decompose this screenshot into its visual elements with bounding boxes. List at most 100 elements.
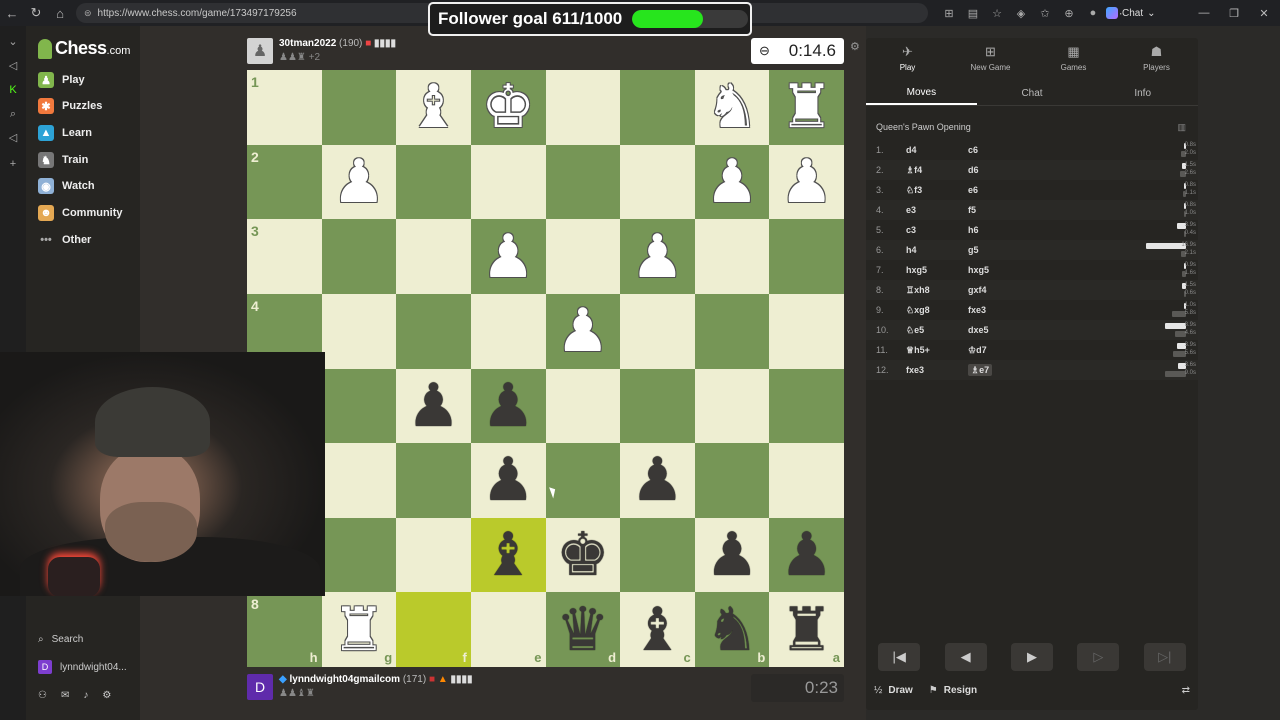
white-bishop-icon[interactable]: ♝ xyxy=(407,77,461,137)
chevron-down-icon[interactable]: ⌄ xyxy=(5,34,21,50)
black-queen-icon[interactable]: ♛ xyxy=(556,600,610,660)
audio-icon[interactable]: ◁ xyxy=(5,130,21,146)
tab-games[interactable]: ▦ Games xyxy=(1032,38,1115,78)
sidebar-item-watch[interactable]: ◉ Watch xyxy=(38,176,95,196)
square-f1[interactable]: ♝ xyxy=(396,70,471,145)
black-move[interactable]: fxe3 xyxy=(968,305,1028,315)
square-g3[interactable] xyxy=(321,219,397,294)
square-d3[interactable] xyxy=(545,219,621,294)
square-b3[interactable] xyxy=(694,219,770,294)
sidebar-item-community[interactable]: ☻ Community xyxy=(38,203,123,223)
play-button[interactable]: ▶ xyxy=(1010,643,1053,671)
square-d6[interactable] xyxy=(545,443,621,518)
friends-icon[interactable]: ⚇ xyxy=(38,690,47,701)
black-move[interactable]: c6 xyxy=(968,145,1028,155)
white-move[interactable]: c3 xyxy=(906,225,968,235)
white-pawn-icon[interactable]: ♟ xyxy=(780,152,834,212)
square-d2[interactable] xyxy=(545,144,621,220)
square-a1[interactable]: ♜ xyxy=(769,70,844,145)
board-settings-icon[interactable]: ⚙ xyxy=(850,40,860,53)
square-e6[interactable]: ♟ xyxy=(470,443,546,518)
flip-board-icon[interactable]: ⇄ xyxy=(1182,685,1190,696)
white-move[interactable]: ♖xh8 xyxy=(906,285,968,296)
black-pawn-icon[interactable]: ♟ xyxy=(780,525,834,585)
collections-icon[interactable]: ⊕ xyxy=(1060,4,1078,22)
draw-button[interactable]: Draw xyxy=(888,685,912,696)
sidebar-item-puzzles[interactable]: ✱ Puzzles xyxy=(38,96,102,116)
square-h8[interactable]: 8h xyxy=(247,592,322,667)
black-move[interactable]: e6 xyxy=(968,185,1028,195)
white-move[interactable]: hxg5 xyxy=(906,265,968,275)
square-f2[interactable] xyxy=(396,144,471,220)
square-g7[interactable] xyxy=(321,517,397,593)
gear-icon[interactable]: ⚙ xyxy=(102,690,111,701)
square-f7[interactable] xyxy=(396,517,471,593)
tab-players[interactable]: ☗ Players xyxy=(1115,38,1198,78)
square-c7[interactable] xyxy=(620,517,695,593)
white-move[interactable]: ♕h5+ xyxy=(906,345,968,356)
last-move-button[interactable]: ▷| xyxy=(1143,643,1186,671)
apps-icon[interactable]: ⊞ xyxy=(940,4,958,22)
white-move[interactable]: ♗f4 xyxy=(906,165,968,176)
black-bishop-icon[interactable]: ♝ xyxy=(481,525,535,585)
opening-name[interactable]: Queen's Pawn Opening xyxy=(876,122,971,132)
black-king-icon[interactable]: ♚ xyxy=(556,525,610,585)
white-pawn-icon[interactable]: ♟ xyxy=(631,227,685,287)
avatar[interactable]: D xyxy=(247,674,273,700)
square-d7[interactable]: ♚ xyxy=(545,517,621,593)
square-g8[interactable]: g ♜ xyxy=(321,592,397,667)
square-b2[interactable]: ♟ xyxy=(694,144,770,220)
bell-icon[interactable]: ♪ xyxy=(83,690,88,701)
sidebar-item-play[interactable]: ♟ Play xyxy=(38,70,85,90)
square-d4[interactable]: ♟ xyxy=(545,293,621,369)
extension-icon[interactable]: ◈ xyxy=(1012,4,1030,22)
white-move[interactable]: d4 xyxy=(906,145,968,155)
square-b7[interactable]: ♟ xyxy=(694,517,770,593)
tab-play[interactable]: ✈ Play xyxy=(866,38,949,78)
square-e8[interactable]: e xyxy=(470,592,546,667)
sidebar-item-other[interactable]: ••• Other xyxy=(38,230,91,250)
white-pawn-icon[interactable]: ♟ xyxy=(481,227,535,287)
square-a4[interactable] xyxy=(769,293,844,369)
white-move[interactable]: e3 xyxy=(906,205,968,215)
white-move[interactable]: fxe3 xyxy=(906,365,968,375)
minimize-icon[interactable]: — xyxy=(1190,0,1218,26)
square-e1[interactable]: ♚ xyxy=(470,70,546,145)
square-b4[interactable] xyxy=(694,293,770,369)
square-e4[interactable] xyxy=(470,293,546,369)
square-b5[interactable] xyxy=(694,368,770,444)
square-b1[interactable]: ♞ xyxy=(694,70,770,145)
black-pawn-icon[interactable]: ♟ xyxy=(407,376,461,436)
square-f5[interactable]: ♟ xyxy=(396,368,471,444)
black-move[interactable]: gxf4 xyxy=(968,285,1028,295)
white-pawn-icon[interactable]: ♟ xyxy=(332,152,386,212)
white-rook-icon[interactable]: ♜ xyxy=(780,77,834,137)
white-king-icon[interactable]: ♚ xyxy=(481,77,535,137)
square-c6[interactable]: ♟ xyxy=(620,443,695,518)
square-g2[interactable]: ♟ xyxy=(321,144,397,220)
add-icon[interactable]: + xyxy=(5,156,21,172)
black-pawn-icon[interactable]: ♟ xyxy=(481,376,535,436)
square-c5[interactable] xyxy=(620,368,695,444)
square-c8[interactable]: c ♝ xyxy=(620,592,695,667)
square-h3[interactable]: 3 xyxy=(247,219,322,294)
home-icon[interactable]: ⌂ xyxy=(48,0,72,26)
previous-move-button[interactable]: ◀ xyxy=(944,643,987,671)
black-move[interactable]: h6 xyxy=(968,225,1028,235)
close-icon[interactable]: ✕ xyxy=(1250,0,1278,26)
black-knight-icon[interactable]: ♞ xyxy=(705,600,759,660)
black-pawn-icon[interactable]: ♟ xyxy=(705,525,759,585)
resign-button[interactable]: Resign xyxy=(944,685,977,696)
audio-icon[interactable]: ◁ xyxy=(5,58,21,74)
chessboard[interactable]: 1♝♚♞♜2♟♟♟3♟♟4♟5♟♟6♟♟7♝♚♟♟8hg♜fed♛c♝b♞a♜ xyxy=(247,70,844,667)
square-c4[interactable] xyxy=(620,293,695,369)
copilot-chat-button[interactable]: Chat ⌄ xyxy=(1100,4,1162,22)
square-g4[interactable] xyxy=(321,293,397,369)
maximize-icon[interactable]: ❐ xyxy=(1220,0,1248,26)
avatar[interactable]: ♟ xyxy=(247,38,273,64)
sidebar-search[interactable]: ⌕ Search xyxy=(38,634,83,645)
site-info-icon[interactable]: ⊜ xyxy=(84,8,92,19)
white-move[interactable]: h4 xyxy=(906,245,968,255)
square-g5[interactable] xyxy=(321,368,397,444)
tab-info[interactable]: Info xyxy=(1087,82,1198,105)
